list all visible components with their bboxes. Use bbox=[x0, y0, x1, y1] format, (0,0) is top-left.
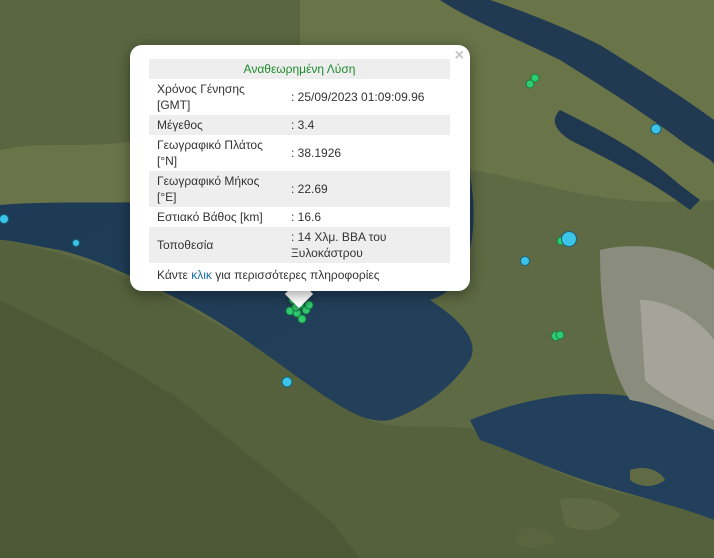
earthquake-marker-recent[interactable] bbox=[304, 300, 314, 310]
origin-time-value: : 25/09/2023 01:09:09.96 bbox=[291, 90, 425, 104]
earthquake-marker-recent[interactable] bbox=[555, 330, 565, 340]
more-info-row: Κάντε κλικ για περισσότερες πληροφορίες bbox=[149, 263, 450, 287]
latitude-value: : 38.1926 bbox=[291, 146, 342, 160]
table-row: Μέγεθος : 3.4 bbox=[149, 115, 450, 135]
popup-title-row: Αναθεωρημένη Λύση bbox=[149, 59, 450, 79]
earthquake-marker-recent[interactable] bbox=[297, 314, 307, 324]
depth-value: : 16.6 bbox=[291, 210, 322, 224]
earthquake-details-table: Αναθεωρημένη Λύση Χρόνος Γένησης [GMT] :… bbox=[149, 59, 450, 287]
earthquake-marker[interactable] bbox=[561, 231, 577, 247]
more-info-prefix: Κάντε bbox=[157, 268, 192, 282]
table-row: Χρόνος Γένησης [GMT] : 25/09/2023 01:09:… bbox=[149, 79, 450, 115]
magnitude-value: : 3.4 bbox=[283, 115, 450, 135]
more-info-text: Κάντε κλικ για περισσότερες πληροφορίες bbox=[149, 263, 450, 287]
table-row: Γεωγραφικό Μήκος [°E] : 22.69 bbox=[149, 171, 450, 207]
table-row: Εστιακό Βάθος [km] : 16.6 bbox=[149, 207, 450, 227]
earthquake-marker[interactable] bbox=[72, 239, 80, 247]
earthquake-marker[interactable] bbox=[520, 256, 530, 266]
earthquake-marker[interactable] bbox=[650, 123, 662, 135]
table-row: Τοποθεσία : 14 Χλμ. ΒΒΑ του Ξυλοκάστρου bbox=[149, 227, 450, 263]
table-row: Γεωγραφικό Πλάτος [°N] : 38.1926 bbox=[149, 135, 450, 171]
earthquake-marker[interactable] bbox=[281, 376, 293, 388]
close-icon[interactable]: × bbox=[455, 48, 464, 64]
more-info-suffix: για περισσότερες πληροφορίες bbox=[211, 268, 380, 282]
more-info-link[interactable]: κλικ bbox=[191, 268, 212, 282]
location-value: : 14 Χλμ. ΒΒΑ του Ξυλοκάστρου bbox=[283, 227, 450, 263]
longitude-label: Γεωγραφικό Μήκος [°E] bbox=[149, 171, 283, 207]
earthquake-info-popup: × Αναθεωρημένη Λύση Χρόνος Γένησης [GMT]… bbox=[130, 45, 470, 291]
popup-title: Αναθεωρημένη Λύση bbox=[149, 59, 450, 79]
earthquake-marker-recent[interactable] bbox=[525, 79, 535, 89]
latitude-label: Γεωγραφικό Πλάτος [°N] bbox=[157, 138, 263, 168]
magnitude-label: Μέγεθος bbox=[149, 115, 283, 135]
location-label: Τοποθεσία bbox=[149, 227, 283, 263]
longitude-value: : 22.69 bbox=[283, 171, 450, 207]
depth-label: Εστιακό Βάθος [km] bbox=[157, 210, 263, 224]
origin-time-label: Χρόνος Γένησης [GMT] bbox=[157, 82, 245, 112]
